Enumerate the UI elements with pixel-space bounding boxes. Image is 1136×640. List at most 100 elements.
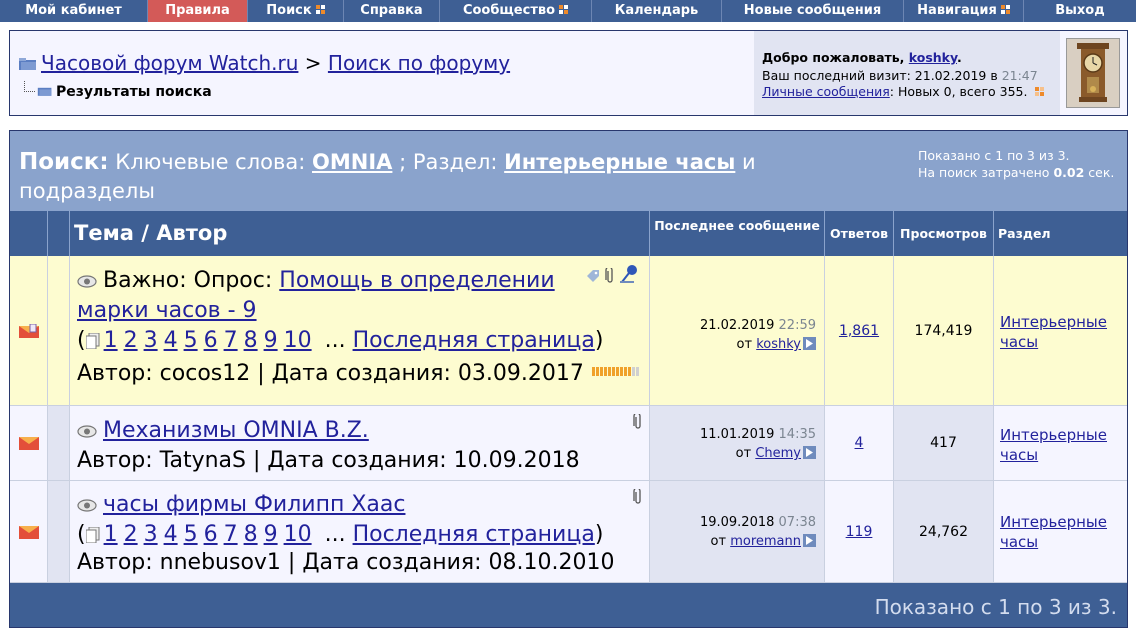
username-link[interactable]: koshky [909, 50, 957, 65]
thread-title-link[interactable]: часы фирмы Филипп Хаас [103, 492, 405, 517]
rating-segment [611, 367, 615, 376]
page-link[interactable]: 8 [244, 522, 258, 547]
rating-segment [631, 367, 635, 376]
results-count: Показано с 1 по 3 из 3. [874, 595, 1117, 619]
nav-new-posts[interactable]: Новые сообщения [722, 0, 904, 22]
breadcrumb-separator: > [304, 51, 322, 75]
results-footer: Показано с 1 по 3 из 3. [10, 583, 1127, 627]
forum-link[interactable]: Интерьерные часы [1000, 512, 1110, 552]
breadcrumb-forum-link[interactable]: Часовой форум Watch.ru [41, 51, 298, 75]
page-link[interactable]: 5 [184, 522, 198, 547]
folder-icon [37, 87, 52, 96]
last-poster-link[interactable]: moremann [730, 534, 801, 549]
views-count: 174,419 [894, 256, 994, 406]
eye-icon [77, 275, 97, 288]
page-link[interactable]: 1 [104, 328, 118, 353]
rating-segment [595, 367, 599, 376]
column-header-icon2 [48, 211, 70, 256]
last-poster-link[interactable]: koshky [756, 337, 801, 352]
page-link[interactable]: 3 [144, 328, 158, 353]
page-link[interactable]: 10 [284, 328, 312, 353]
page-link[interactable]: 7 [224, 328, 238, 353]
page-link[interactable]: 2 [124, 522, 138, 547]
tree-line-icon [24, 81, 35, 92]
page-link[interactable]: 4 [164, 522, 178, 547]
paperclip-icon [633, 414, 641, 429]
forum-link[interactable]: Интерьерные часы [1000, 312, 1110, 352]
last-post-date: 21.02.2019 [699, 318, 775, 333]
rating-segment [599, 367, 603, 376]
page-title: Результаты поиска [56, 84, 212, 100]
nav-help[interactable]: Справка [344, 0, 440, 22]
column-header-views[interactable]: Просмотров [894, 211, 994, 256]
replies-link[interactable]: 1,861 [839, 323, 879, 339]
rating-segment [607, 367, 611, 376]
breadcrumb-search-link[interactable]: Поиск по форуму [328, 51, 510, 75]
pin-icon [620, 265, 638, 283]
column-header-last-post[interactable]: Последнее сообщение [650, 211, 825, 256]
forum-link[interactable]: Интерьерные часы [1000, 425, 1110, 465]
nav-logout[interactable]: Выход [1024, 0, 1136, 22]
replies-link[interactable]: 4 [855, 435, 864, 451]
page-link[interactable]: 5 [184, 328, 198, 353]
go-to-last-post-icon[interactable] [803, 337, 816, 350]
nav-calendar[interactable]: Календарь [592, 0, 722, 22]
column-header-replies[interactable]: Ответов [825, 211, 894, 256]
page-link[interactable]: 3 [144, 522, 158, 547]
nav-my-cabinet[interactable]: Мой кабинет [0, 0, 148, 22]
section-link[interactable]: Интерьерные часы [504, 150, 735, 174]
search-results-panel: Поиск: Ключевые слова: OMNIA ; Раздел: И… [9, 130, 1128, 628]
last-page-link[interactable]: Последняя страница [353, 522, 595, 547]
page-link[interactable]: 7 [224, 522, 238, 547]
replies-link[interactable]: 119 [846, 524, 873, 540]
welcome-panel: Добро пожаловать, koshky. Ваш последний … [754, 31, 1060, 115]
top-navigation: Мой кабинет Правила Поиск Справка Сообще… [0, 0, 1136, 22]
search-info: Показано с 1 по 3 из 3. На поиск затраче… [918, 148, 1115, 180]
page-link[interactable]: 10 [284, 522, 312, 547]
rating-segment [635, 367, 639, 376]
multipage-icon [85, 527, 100, 543]
search-header: Поиск: Ключевые слова: OMNIA ; Раздел: И… [10, 131, 1127, 211]
go-to-last-post-icon[interactable] [803, 446, 816, 459]
page-link[interactable]: 1 [104, 522, 118, 547]
hot-thread-envelope-icon [19, 324, 39, 338]
menu-dots-icon [1000, 5, 1010, 14]
rating-segment [591, 367, 595, 376]
page-link[interactable]: 6 [204, 328, 218, 353]
eye-icon [77, 499, 97, 512]
page-link[interactable]: 8 [244, 328, 258, 353]
nav-navigation[interactable]: Навигация [904, 0, 1024, 22]
rating-segment [627, 367, 631, 376]
menu-dots-icon [315, 5, 325, 14]
breadcrumb-panel: Часовой форум Watch.ru > Поиск по форуму… [9, 30, 1128, 116]
page-link[interactable]: 2 [124, 328, 138, 353]
last-poster-link[interactable]: Chemy [755, 446, 801, 461]
last-page-link[interactable]: Последняя страница [353, 328, 595, 353]
thread-title-link[interactable]: Механизмы OMNIA B.Z. [103, 418, 369, 443]
nav-community[interactable]: Сообщество [440, 0, 592, 22]
eye-icon [77, 425, 97, 438]
avatar[interactable] [1066, 38, 1120, 108]
views-count: 417 [894, 406, 994, 481]
rating-segment [623, 367, 627, 376]
paperclip-icon [633, 489, 641, 504]
column-header-forum[interactable]: Раздел [994, 211, 1127, 256]
thread-author: Автор: nnebusov1 | Дата создания: 08.10.… [77, 550, 615, 575]
keyword-link[interactable]: OMNIA [312, 150, 392, 174]
column-header-topic[interactable]: Тема / Автор [70, 211, 650, 256]
paperclip-icon [605, 266, 613, 283]
go-to-last-post-icon[interactable] [803, 534, 816, 547]
page-link[interactable]: 9 [264, 328, 278, 353]
rating-segment [619, 367, 623, 376]
page-link[interactable]: 9 [264, 522, 278, 547]
thread-author: Автор: TatynaS | Дата создания: 10.09.20… [77, 448, 580, 473]
rating-segment [603, 367, 607, 376]
private-messages-link[interactable]: Личные сообщения [762, 84, 890, 99]
nav-rules[interactable]: Правила [148, 0, 248, 22]
menu-dots-icon[interactable] [1035, 87, 1045, 96]
page-link[interactable]: 6 [204, 522, 218, 547]
thread-rating [591, 355, 640, 385]
breadcrumb-current: Результаты поиска [24, 81, 212, 100]
nav-search[interactable]: Поиск [248, 0, 344, 22]
page-link[interactable]: 4 [164, 328, 178, 353]
